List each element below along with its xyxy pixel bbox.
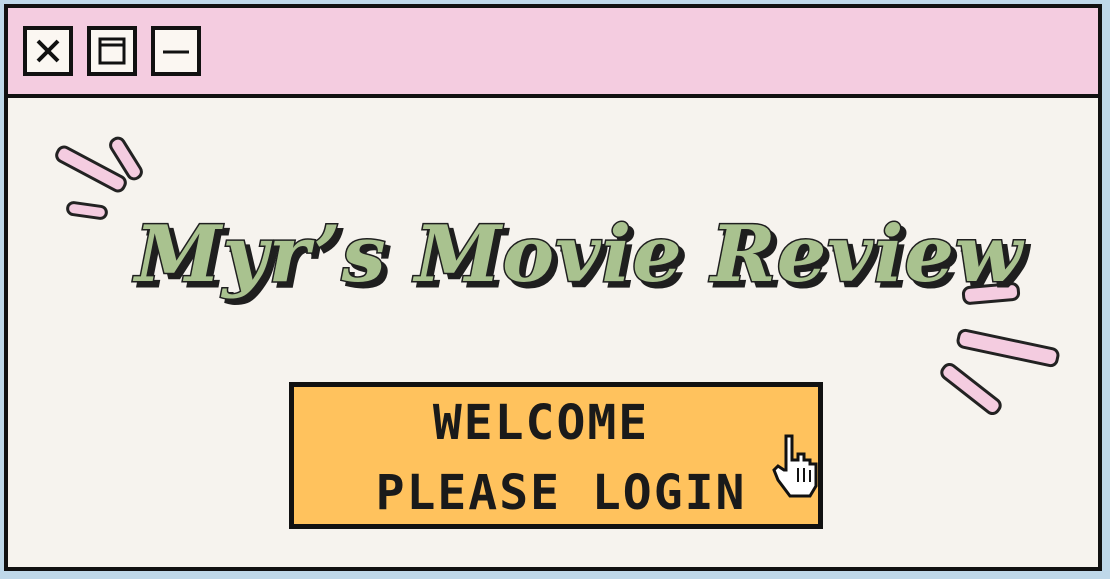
please-login-label: PLEASE LOGIN [375,465,747,521]
close-icon [36,39,60,63]
minimize-button[interactable] [151,26,201,76]
maximize-button[interactable] [87,26,137,76]
title-bar [8,8,1098,98]
maximize-icon [98,37,126,65]
welcome-label: WELCOME [432,395,650,451]
page-title: Myr’s Movie Review Myr’s Movie Review [133,185,1028,325]
welcome-login-button[interactable]: WELCOME PLEASE LOGIN [289,382,823,529]
close-button[interactable] [23,26,73,76]
minimize-icon [163,50,189,54]
hand-pointer-icon [772,434,818,498]
desktop: Myr’s Movie Review Myr’s Movie Review WE… [0,0,1110,579]
page-title-text: Myr’s Movie Review [133,208,1024,302]
